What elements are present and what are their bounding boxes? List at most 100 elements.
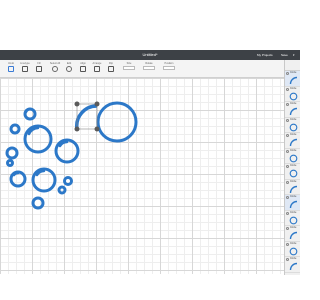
layer-item[interactable]: Circle <box>285 117 300 133</box>
layers-header <box>285 60 300 71</box>
rotate-field[interactable] <box>143 66 155 70</box>
circle-shape[interactable] <box>57 185 67 195</box>
select-all-button[interactable]: Select All <box>48 62 62 76</box>
visibility-icon[interactable] <box>286 165 289 168</box>
tool-label: Size <box>126 62 132 65</box>
layer-item[interactable]: Circle <box>285 133 300 149</box>
undo-button[interactable]: Undo <box>4 62 18 76</box>
layer-name: Circle <box>290 148 297 152</box>
selected-arc-shape[interactable] <box>75 104 98 130</box>
flip-icon <box>108 66 114 72</box>
layer-item[interactable]: Circle <box>285 195 300 211</box>
layer-thumbnail <box>289 123 298 131</box>
edit-button[interactable]: Edit <box>62 62 76 76</box>
edit-icon <box>66 66 72 72</box>
tool-label: Edit <box>66 62 72 65</box>
visibility-icon[interactable] <box>286 118 289 122</box>
layer-name: Circle <box>290 241 297 245</box>
layer-item[interactable]: Circle <box>285 211 300 226</box>
layer-name: Circle <box>290 133 297 136</box>
circle-shape[interactable] <box>96 101 138 143</box>
tool-label: Arrange <box>92 62 102 65</box>
chevron-down-icon[interactable]: ▾ <box>293 51 295 59</box>
circle-shape[interactable] <box>6 159 14 167</box>
linetype-icon <box>22 66 28 72</box>
rotate-control[interactable]: Rotate <box>142 62 156 76</box>
flip-button[interactable]: Flip <box>104 62 118 76</box>
visibility-icon[interactable] <box>286 103 289 106</box>
layer-thumbnail <box>289 216 298 224</box>
visibility-icon[interactable] <box>286 72 289 75</box>
undo-icon <box>8 66 14 72</box>
layer-name: Circle <box>290 102 297 105</box>
fill-icon <box>36 66 42 72</box>
linetype-button[interactable]: Linetype <box>18 62 32 76</box>
layer-thumbnail <box>289 185 298 193</box>
layer-item[interactable]: Circle <box>285 179 300 195</box>
fill-button[interactable]: Fill <box>32 62 46 76</box>
visibility-icon[interactable] <box>286 211 289 215</box>
circle-shape[interactable] <box>23 124 53 154</box>
layer-name: Circle <box>290 86 297 90</box>
visibility-icon[interactable] <box>286 258 289 261</box>
layer-item[interactable]: Circle <box>285 226 300 242</box>
visibility-icon[interactable] <box>286 180 289 184</box>
layer-thumbnail <box>289 231 298 240</box>
layer-name: Circle <box>290 226 297 229</box>
align-icon <box>80 66 86 72</box>
edit-toolbar: Undo Linetype Fill Select All Edit Align… <box>0 60 300 78</box>
position-field[interactable] <box>163 66 175 70</box>
visibility-icon[interactable] <box>286 242 289 246</box>
circle-shape[interactable] <box>5 146 19 160</box>
my-projects-link[interactable]: My Projects <box>257 51 273 59</box>
visibility-icon[interactable] <box>286 227 289 230</box>
circle-shape[interactable] <box>31 167 57 193</box>
layer-thumbnail <box>289 92 298 100</box>
delete-handle[interactable] <box>74 101 80 107</box>
size-field[interactable] <box>123 66 135 70</box>
layer-thumbnail <box>289 247 298 255</box>
size-control[interactable]: Size <box>122 62 136 76</box>
visibility-icon[interactable] <box>286 134 289 137</box>
align-button[interactable]: Align <box>76 62 90 76</box>
visibility-icon[interactable] <box>286 196 289 199</box>
position-control[interactable]: Position <box>162 62 176 76</box>
layer-name: Circle <box>290 117 297 121</box>
layer-name: Circle <box>290 164 297 167</box>
circle-shape[interactable] <box>9 123 21 135</box>
select-all-icon <box>52 66 58 72</box>
save-button[interactable]: Save <box>281 51 288 59</box>
tool-label: Flip <box>108 62 114 65</box>
circle-shape[interactable] <box>54 138 80 164</box>
layer-item[interactable]: Circle <box>285 241 300 257</box>
layer-thumbnail <box>289 262 298 271</box>
tool-label: Position <box>164 62 174 65</box>
layer-name: Circle <box>290 179 297 183</box>
design-canvas[interactable] <box>0 78 284 274</box>
tool-label: Select All <box>49 62 61 65</box>
tool-label: Linetype <box>20 62 30 65</box>
project-title: Untitled* <box>142 52 158 57</box>
visibility-icon[interactable] <box>286 149 289 153</box>
arrange-button[interactable]: Arrange <box>90 62 104 76</box>
visibility-icon[interactable] <box>286 87 289 91</box>
lock-handle[interactable] <box>74 126 80 132</box>
circle-shape[interactable] <box>63 176 73 186</box>
layers-panel: Circle Circle Circle Circle Circle Circle Circ… <box>284 60 300 275</box>
resize-handle[interactable] <box>94 126 100 132</box>
layer-thumbnail <box>289 138 298 147</box>
layer-item[interactable]: Circle <box>285 71 300 87</box>
layer-list: Circle Circle Circle Circle Circle Circle Circ… <box>285 71 300 273</box>
layer-thumbnail <box>289 169 298 178</box>
circle-shape[interactable] <box>31 196 45 210</box>
layer-name: Circle <box>290 71 297 74</box>
layer-item[interactable]: Circle <box>285 148 300 164</box>
layer-item[interactable]: Circle <box>285 257 300 273</box>
layer-thumbnail <box>289 107 298 116</box>
layer-item[interactable]: Circle <box>285 164 300 180</box>
layer-item[interactable]: Circle <box>285 86 300 102</box>
highlight-arc <box>12 171 20 177</box>
layer-name: Circle <box>290 195 297 198</box>
layer-item[interactable]: Circle <box>285 102 300 118</box>
rotate-handle[interactable] <box>94 101 100 107</box>
